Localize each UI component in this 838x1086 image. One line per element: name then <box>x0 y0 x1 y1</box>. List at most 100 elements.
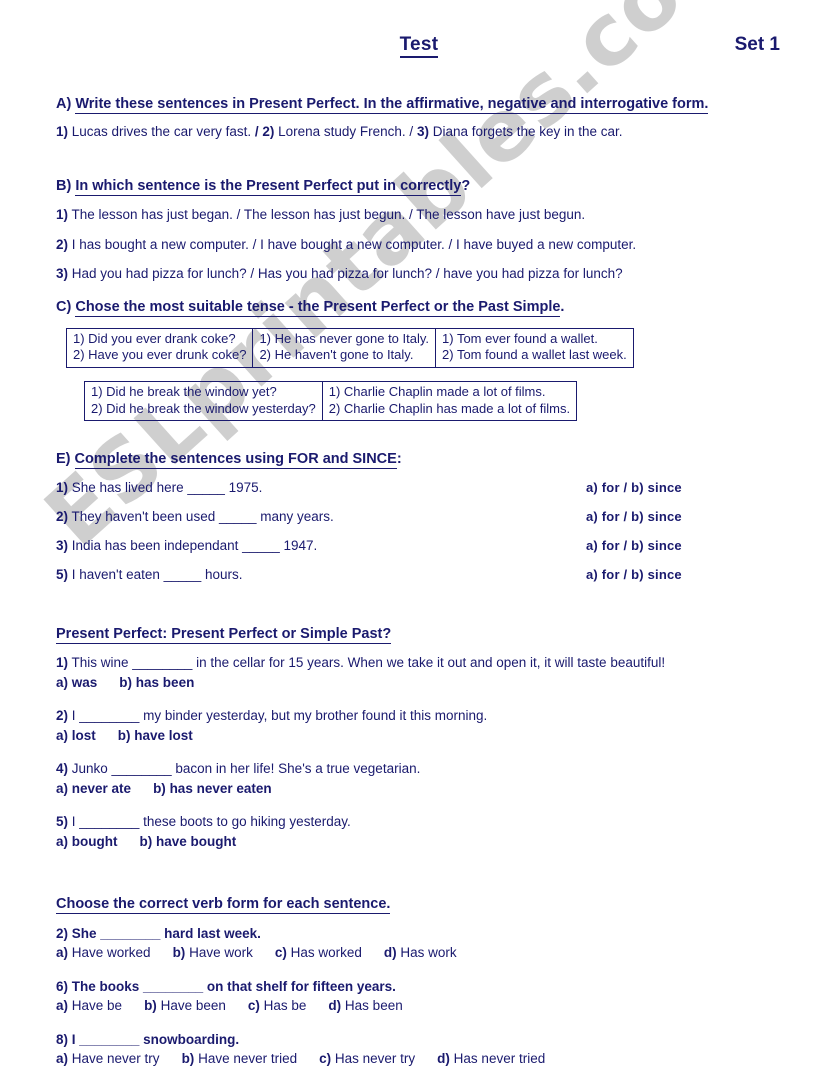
for-since-row: 3) India has been independant _____ 1947… <box>56 538 782 553</box>
mcq-num: 4) <box>56 761 69 777</box>
for-since-num: 3) <box>56 537 69 553</box>
table-cell-line-1: 1) Charlie Chaplin made a lot of films. <box>328 383 546 399</box>
table-cell-line-2: 2) Have you ever drunk coke? <box>73 347 247 363</box>
mcq-options: a) Have be b) Have been c) Has be d) Has be… <box>56 997 782 1015</box>
for-since-text: India has been independant _____ 1947. <box>68 537 318 553</box>
mcq-stem: 6) The books ________ on that shelf for … <box>56 978 782 996</box>
mcq-option-text: never ate <box>68 780 132 796</box>
table-cell: 1) Charlie Chaplin made a lot of films. … <box>321 380 578 422</box>
mcq-option-text: has been <box>132 674 195 690</box>
mcq-option[interactable]: b) Have work <box>173 945 253 960</box>
section-e-prefix: E) <box>56 451 75 468</box>
section-a-item-1-num: 1) <box>56 124 69 140</box>
mcq-block: 5) I ________ these boots to go hiking y… <box>56 813 782 850</box>
section-b-item: 1) The lesson has just began. / The less… <box>56 207 782 224</box>
mcq-stem: 2) She ________ hard last week. <box>56 925 782 943</box>
table-cell-line-2: 2) Did he break the window yesterday? <box>91 400 316 416</box>
section-e-heading-tail: : <box>396 451 402 468</box>
section-b-heading-text: In which sentence is the Present Perfect… <box>75 178 462 197</box>
for-since-question: 3) India has been independant _____ 1947… <box>56 538 586 553</box>
mcq-option[interactable]: a) Have worked <box>56 945 151 960</box>
mcq-options: a) Have worked b) Have work c) Has worked d… <box>56 944 782 962</box>
mcq-option[interactable]: a) never ate <box>56 781 131 796</box>
mcq-option[interactable]: a) Have never try <box>56 1051 160 1066</box>
mcq-stem: 2) I ________ my binder yesterday, but m… <box>56 707 782 725</box>
for-since-answer[interactable]: a) for / b) since <box>586 567 682 582</box>
table-cell-line-1: 1) Did you ever drank coke? <box>73 330 236 346</box>
section-e-heading-text: Complete the sentences using FOR and SIN… <box>74 451 397 470</box>
section-a-heading: A) Write these sentences in Present Perf… <box>56 96 782 114</box>
section-a-prefix: A) <box>56 96 76 112</box>
mcq-option-text: Have been <box>156 998 226 1014</box>
mcq-option[interactable]: b) Have been <box>144 998 226 1013</box>
mcq-num: 1) <box>56 654 69 670</box>
mcq-option[interactable]: a) lost <box>56 728 96 743</box>
mcq-option[interactable]: c) Has be <box>248 998 307 1013</box>
mcq-stem: 5) I ________ these boots to go hiking y… <box>56 813 782 831</box>
mcq-option[interactable]: c) Has never try <box>319 1051 415 1066</box>
section-a-item-2-text: Lorena study French. / <box>274 124 417 140</box>
mcq-stem: 1) This wine ________ in the cellar for … <box>56 654 782 672</box>
section-c-table-1: 1) Did you ever drank coke? 2) Have you … <box>65 327 634 368</box>
for-since-answer[interactable]: a) for / b) since <box>586 509 682 524</box>
mcq-option[interactable]: a) Have be <box>56 998 122 1013</box>
for-since-question: 2) They haven't been used _____ many yea… <box>56 509 586 524</box>
section-e-heading: E) Complete the sentences using FOR and … <box>56 451 782 470</box>
section-b-item-text: Had you had pizza for lunch? / Has you h… <box>68 266 623 282</box>
table-cell: 1) Tom ever found a wallet. 2) Tom found… <box>435 327 634 368</box>
page-title-text: Test <box>399 34 439 58</box>
mcq-num: 5) <box>56 814 69 830</box>
table-cell-line-2: 2) He haven't gone to Italy. <box>259 347 414 363</box>
mcq-option[interactable]: b) has never eaten <box>153 781 272 796</box>
mcq-option-label: a) <box>56 998 69 1014</box>
mcq-option-label: b) <box>144 998 157 1014</box>
for-since-text: She has lived here _____ 1975. <box>68 479 263 495</box>
section-b-item-text: I has bought a new computer. / I have bo… <box>68 236 637 252</box>
mcq-option-text: Have worked <box>68 945 151 961</box>
mcq-option-label: d) <box>328 998 342 1014</box>
mcq-stem: 4) Junko ________ bacon in her life! She… <box>56 760 782 778</box>
for-since-answer[interactable]: a) for / b) since <box>586 480 682 495</box>
mcq-option-label: c) <box>274 945 287 961</box>
mcq-option[interactable]: b) have bought <box>140 834 237 849</box>
table-cell-line-1: 1) Did he break the window yet? <box>91 383 277 399</box>
for-since-question: 1) She has lived here _____ 1975. <box>56 480 586 495</box>
mcq-option[interactable]: a) was <box>56 675 97 690</box>
for-since-num: 5) <box>56 566 69 582</box>
mcq-options: a) Have never try b) Have never tried c) H… <box>56 1050 782 1068</box>
mcq-option[interactable]: c) Has worked <box>275 945 362 960</box>
table-cell: 1) Did he break the window yet? 2) Did h… <box>84 380 323 422</box>
table-row: 1) Did you ever drank coke? 2) Have you … <box>65 327 634 368</box>
section-c-heading-tail: . <box>560 299 565 316</box>
mcq-stem-text: She ________ hard last week. <box>68 925 261 941</box>
mcq-option[interactable]: d) Has work <box>384 945 457 960</box>
mcq-option-label: b) <box>181 1051 195 1067</box>
mcq-option[interactable]: b) has been <box>119 675 194 690</box>
section-b-item-num: 2) <box>56 236 69 252</box>
for-since-answer[interactable]: a) for / b) since <box>586 538 682 553</box>
mcq-option-label: c) <box>319 1051 332 1067</box>
mcq-option-label: d) <box>383 945 397 961</box>
mcq-option[interactable]: a) bought <box>56 834 118 849</box>
section-a-heading-text: Write these sentences in Present Perfect… <box>75 96 709 114</box>
table-cell-line-1: 1) He has never gone to Italy. <box>259 330 430 346</box>
mcq-block: 6) The books ________ on that shelf for … <box>56 978 782 1015</box>
section-c-heading: C) Chose the most suitable tense - the P… <box>56 299 782 318</box>
mcq-option-label: a) <box>56 727 69 743</box>
section-a-item-3-num: 3) <box>416 124 429 140</box>
mcq-option[interactable]: d) Has been <box>328 998 402 1013</box>
section-c-heading-text: Chose the most suitable tense - the Pres… <box>75 299 561 318</box>
mcq-option[interactable]: d) Has never tried <box>437 1051 545 1066</box>
mcq-option-text: Have never try <box>68 1051 160 1067</box>
for-since-text: They haven't been used _____ many years. <box>68 508 334 524</box>
mcq-option[interactable]: b) Have never tried <box>182 1051 298 1066</box>
mcq-option-label: d) <box>437 1051 450 1067</box>
mcq-option[interactable]: b) have lost <box>118 728 193 743</box>
mcq-block: 8) I ________ snowboarding. a) Have neve… <box>56 1031 782 1068</box>
mcq-stem-text: Junko ________ bacon in her life! She's … <box>68 761 421 777</box>
worksheet-content: Test Set 1 A) Write these sentences in P… <box>0 34 838 1086</box>
mcq-option-label: a) <box>56 674 69 690</box>
